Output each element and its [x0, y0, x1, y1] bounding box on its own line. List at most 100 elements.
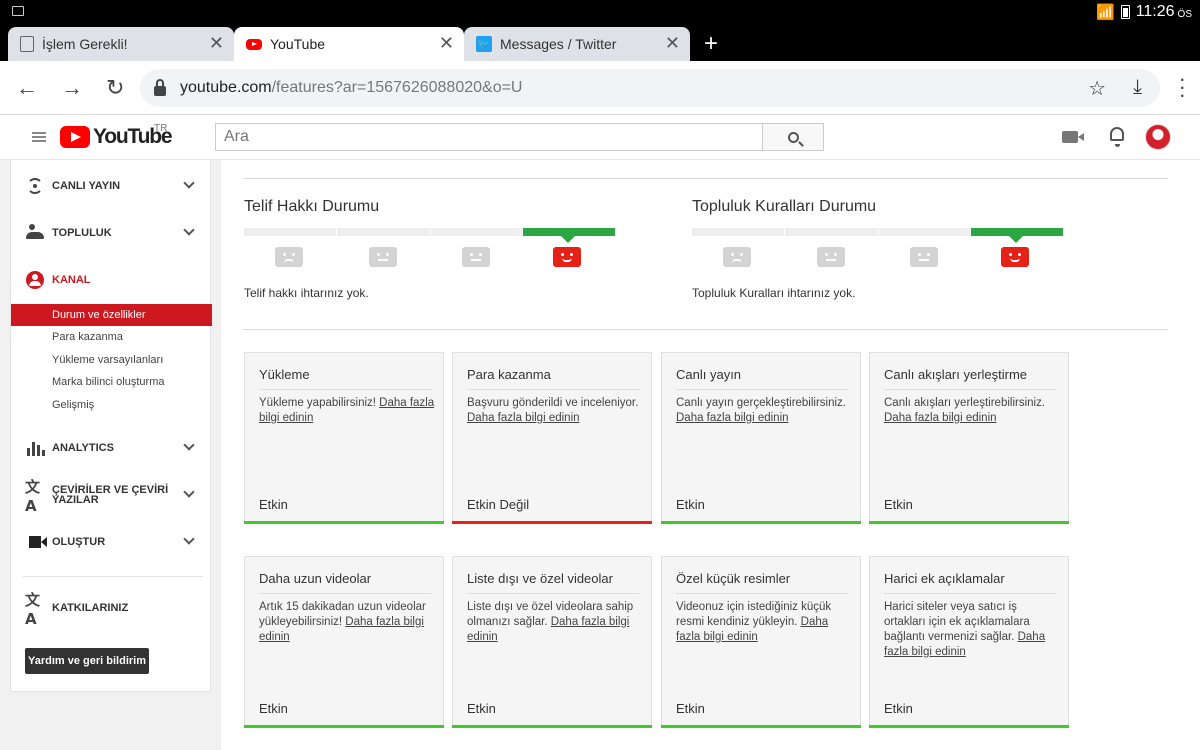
- sidebar-subitem-advanced[interactable]: Gelişmiş: [11, 394, 212, 416]
- notifications-bell-icon[interactable]: [1110, 127, 1124, 147]
- sidebar-item-analytics[interactable]: ANALYTICS: [11, 433, 212, 463]
- feature-card-title: Özel küçük resimler: [676, 571, 848, 594]
- sidebar-item-live[interactable]: CANLI YAYIN: [11, 171, 212, 201]
- download-icon[interactable]: ⤓: [1133, 76, 1142, 99]
- sidebar-item-label: KANAL: [52, 273, 91, 286]
- clock-ampm: ÖS: [1177, 8, 1192, 20]
- sad-face-icon: [723, 247, 751, 267]
- document-icon: [20, 36, 34, 52]
- close-icon[interactable]: ✕: [209, 33, 224, 54]
- chevron-down-icon: [183, 177, 195, 189]
- chevron-down-icon: [183, 486, 195, 498]
- avatar[interactable]: [1145, 124, 1171, 150]
- tab-twitter[interactable]: 🐦 Messages / Twitter ✕: [464, 27, 690, 61]
- sidebar-subitem-upload-defaults[interactable]: Yükleme varsayılanları: [11, 349, 212, 371]
- sidebar-subitem-branding[interactable]: Marka bilinci oluşturma: [11, 371, 212, 393]
- feature-card-description: Canlı akışları yerleştirebilirsiniz.: [884, 397, 1046, 409]
- forward-icon[interactable]: →: [61, 75, 83, 101]
- community-strike-meter: [692, 228, 1064, 270]
- copyright-status-note: Telif hakkı ihtarınız yok.: [244, 286, 369, 300]
- divider: [243, 178, 1168, 179]
- back-icon[interactable]: ←: [16, 75, 38, 101]
- video-camera-icon: [29, 536, 47, 548]
- sidebar-item-channel[interactable]: KANAL: [11, 265, 212, 295]
- copyright-status-title: Telif Hakkı Durumu: [244, 198, 380, 215]
- feature-card-external-annotations: Harici ek açıklamalar Harici siteler vey…: [869, 556, 1069, 728]
- tab-title: İşlem Gerekli!: [42, 36, 128, 52]
- clock-time: 11:26: [1135, 3, 1175, 20]
- community-guidelines-status-title: Topluluk Kuralları Durumu: [692, 198, 877, 215]
- learn-more-link[interactable]: Daha fazla bilgi edinin: [676, 412, 789, 424]
- divider: [243, 329, 1168, 330]
- tab-youtube[interactable]: YouTube ✕: [234, 27, 464, 61]
- sidebar-divider: [23, 576, 203, 577]
- upload-video-icon[interactable]: [1062, 131, 1084, 143]
- close-icon[interactable]: ✕: [665, 33, 680, 54]
- url-host: youtube.com: [180, 79, 272, 96]
- feature-card-status: Etkin: [467, 701, 496, 716]
- neutral-face-icon: [462, 247, 490, 267]
- sidebar-item-create[interactable]: OLUŞTUR: [11, 527, 212, 557]
- browser-menu-icon[interactable]: · · ·: [1179, 68, 1186, 106]
- close-icon[interactable]: ✕: [439, 33, 454, 54]
- sidebar-item-community[interactable]: TOPLULUK: [11, 218, 212, 248]
- feature-card-longer-videos: Daha uzun videolar Artık 15 dakikadan uz…: [244, 556, 444, 728]
- feature-card-live-streaming: Canlı yayın Canlı yayın gerçekleştirebil…: [661, 352, 861, 524]
- feature-card-title: Liste dışı ve özel videolar: [467, 571, 639, 594]
- feature-card-description: Canlı yayın gerçekleştirebilirsiniz.: [676, 397, 847, 409]
- community-guidelines-status-note: Topluluk Kuralları ihtarınız yok.: [692, 286, 856, 300]
- meter-segment: [785, 228, 877, 236]
- feature-card-status: Etkin: [884, 701, 913, 716]
- feature-card-description: Harici siteler veya satıcı iş ortakları …: [884, 601, 1030, 643]
- feature-card-upload: Yükleme Yükleme yapabilirsiniz! Daha faz…: [244, 352, 444, 524]
- status-bar-enabled: [869, 521, 1069, 524]
- wifi-icon: 📶: [1096, 4, 1115, 21]
- community-people-icon: [26, 224, 44, 239]
- happy-face-icon: [553, 247, 581, 267]
- neutral-face-icon: [817, 247, 845, 267]
- feature-card-embed-live: Canlı akışları yerleştirme Canlı akışlar…: [869, 352, 1069, 524]
- feature-card-description: Başvuru gönderildi ve inceleniyor.: [467, 397, 639, 409]
- sidebar-item-translations[interactable]: 文A ÇEVİRİLER VE ÇEVİRİ YAZILAR: [11, 478, 212, 515]
- new-tab-button[interactable]: +: [704, 30, 718, 58]
- feature-card-unlisted-private: Liste dışı ve özel videolar Liste dışı v…: [452, 556, 652, 728]
- sidebar-item-label: CANLI YAYIN: [52, 179, 121, 192]
- sidebar-subitem-monetization[interactable]: Para kazanma: [11, 326, 212, 348]
- meter-segment: [337, 228, 429, 236]
- sidebar-subitem-status-features[interactable]: Durum ve özellikler: [11, 304, 212, 326]
- battery-icon: [1120, 5, 1130, 19]
- status-bar-disabled: [452, 521, 652, 524]
- status-bar-enabled: [452, 725, 652, 728]
- learn-more-link[interactable]: Daha fazla bilgi edinin: [884, 412, 997, 424]
- search-icon: [787, 131, 799, 143]
- neutral-face-icon: [910, 247, 938, 267]
- reload-icon[interactable]: ↻: [106, 75, 124, 101]
- bookmark-star-icon[interactable]: ☆: [1088, 76, 1106, 101]
- sidebar-item-label-line2: YAZILAR: [52, 494, 99, 506]
- help-feedback-button[interactable]: Yardım ve geri bildirim: [25, 648, 149, 674]
- feature-card-status: Etkin: [676, 701, 705, 716]
- studio-sidebar: CANLI YAYIN TOPLULUK KANAL Durum ve özel…: [10, 160, 212, 692]
- happy-face-icon: [1001, 247, 1029, 267]
- youtube-play-icon: [60, 126, 90, 148]
- chevron-down-icon: [183, 439, 195, 451]
- search-button[interactable]: [762, 123, 824, 151]
- feature-card-title: Yükleme: [259, 367, 431, 390]
- learn-more-link[interactable]: Daha fazla bilgi edinin: [467, 412, 580, 424]
- feature-card-status: Etkin: [884, 497, 913, 512]
- sidebar-item-contributions[interactable]: 文A KATKILARINIZ: [11, 591, 212, 628]
- copyright-strike-meter: [244, 228, 616, 270]
- hamburger-menu-icon[interactable]: [32, 132, 46, 142]
- main-content: Telif Hakkı Durumu Telif hakkı ihtarınız…: [221, 160, 1200, 750]
- lock-icon: [154, 79, 166, 96]
- search-input[interactable]: Ara: [215, 123, 763, 151]
- feature-card-title: Canlı yayın: [676, 367, 848, 390]
- feature-card-custom-thumbnails: Özel küçük resimler Videonuz için istedi…: [661, 556, 861, 728]
- translate-icon: 文A: [25, 477, 41, 515]
- tab-islem-gerekli[interactable]: İşlem Gerekli! ✕: [8, 27, 234, 61]
- sad-face-icon: [275, 247, 303, 267]
- address-bar[interactable]: youtube.com/features?ar=1567626088020&o=…: [140, 69, 1160, 107]
- sidebar-item-label: TOPLULUK: [52, 226, 112, 239]
- channel-account-icon: [26, 271, 44, 289]
- feature-card-status: Etkin: [259, 497, 288, 512]
